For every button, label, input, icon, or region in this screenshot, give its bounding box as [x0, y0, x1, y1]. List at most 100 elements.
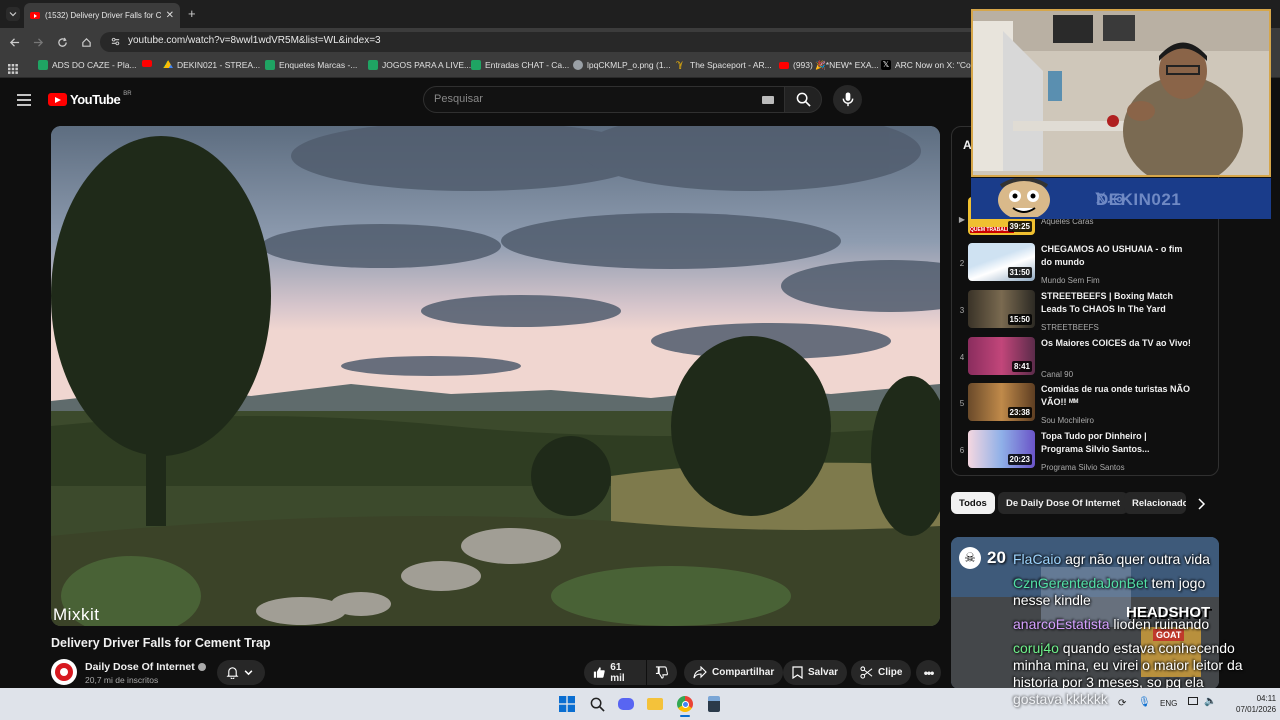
- discord-button[interactable]: [617, 695, 635, 713]
- bookmark-item[interactable]: ℽ The Spaceport - AR...: [676, 60, 772, 71]
- video-frame-image: [51, 126, 940, 626]
- playlist-item[interactable]: 5 23:38 Comidas de rua onde turistas NÃO…: [952, 383, 1218, 427]
- close-tab-icon[interactable]: ✕: [166, 10, 174, 21]
- channel-avatar[interactable]: [51, 659, 77, 685]
- notification-bell-button[interactable]: [217, 660, 265, 685]
- tab-list-button[interactable]: [6, 7, 20, 21]
- playlist-thumbnail: 20:23: [968, 430, 1035, 468]
- bookmark-label: lpqCKMLP_o.png (1...: [587, 60, 671, 70]
- chip-all[interactable]: Todos: [951, 492, 995, 514]
- menu-button[interactable]: [17, 93, 31, 111]
- chat-text: minha mina, eu virei o maior leitor da: [1013, 657, 1243, 673]
- bookmark-item[interactable]: lpqCKMLP_o.png (1...: [573, 60, 671, 70]
- video-player[interactable]: [51, 126, 940, 626]
- bookmark-label: The Spaceport - AR...: [690, 60, 772, 70]
- playlist-item[interactable]: 3 15:50 STREETBEEFS | Boxing Match Leads…: [952, 290, 1218, 334]
- new-tab-button[interactable]: +: [188, 6, 196, 21]
- globe-icon: [573, 60, 583, 70]
- file-explorer-button[interactable]: [646, 695, 664, 713]
- video-duration: 31:50: [1007, 267, 1032, 278]
- save-button[interactable]: Salvar: [783, 660, 848, 685]
- verified-icon: [197, 663, 206, 672]
- clip-button[interactable]: Clipe: [851, 660, 912, 685]
- back-button[interactable]: [6, 34, 22, 50]
- volume-icon[interactable]: 🔈: [1204, 696, 1216, 707]
- chrome-button[interactable]: [676, 695, 694, 713]
- playlist-item-index: 3: [959, 306, 965, 315]
- scissors-icon: [860, 666, 873, 679]
- bookmark-item[interactable]: JOGOS PARA A LIVE...: [368, 60, 471, 70]
- windows-icon: [559, 696, 575, 712]
- like-count: 61 mil: [610, 661, 625, 684]
- chat-text: agr não quer outra vida: [1061, 551, 1210, 567]
- search-input[interactable]: Pesquisar: [423, 86, 785, 113]
- youtube-logo-icon: [48, 93, 67, 106]
- start-button[interactable]: [558, 695, 576, 713]
- bookmark-item[interactable]: Enquetes Marcas -...: [265, 60, 357, 70]
- keyboard-icon[interactable]: [762, 96, 774, 104]
- video-title: Delivery Driver Falls for Cement Trap: [51, 636, 271, 650]
- chat-username: coruj4o: [1013, 640, 1059, 656]
- discord-icon: [618, 698, 634, 710]
- drive-icon: [163, 60, 173, 68]
- bookmark-item[interactable]: 𝕏 ARC Now on X: "Co...: [881, 60, 978, 70]
- bookmark-label: (993) 🎉*NEW* EXA...: [793, 60, 879, 70]
- playlist-thumbnail: 15:50: [968, 290, 1035, 328]
- like-button[interactable]: 61 mil: [584, 660, 646, 685]
- input-language[interactable]: ENG: [1160, 699, 1177, 708]
- chat-message: anarcoEstatista lioden ruinando: [1013, 616, 1209, 632]
- chip-related[interactable]: Relacionado: [1124, 492, 1186, 514]
- calculator-icon: [708, 696, 720, 712]
- chat-message: minha mina, eu virei o maior leitor da: [1013, 657, 1243, 673]
- chat-message: FlaCaio agr não quer outra vida: [1013, 551, 1210, 567]
- microphone-tray-icon[interactable]: 🎙: [1138, 697, 1151, 708]
- system-clock[interactable]: 04:11 07/01/2026: [1236, 693, 1276, 715]
- chat-text: quando estava conhecendo: [1058, 640, 1235, 656]
- more-icon: •••: [923, 665, 935, 680]
- display-icon[interactable]: [1188, 697, 1198, 705]
- bookmark-label: ARC Now on X: "Co...: [895, 60, 978, 70]
- playlist-item-title: CHEGAMOS AO USHUAIA - o fim do mundo: [1041, 244, 1183, 267]
- playlist-item-channel: Canal 90: [1041, 370, 1074, 379]
- site-info-icon[interactable]: [110, 36, 121, 50]
- voice-search-button[interactable]: [833, 85, 862, 114]
- save-label: Salvar: [808, 667, 839, 678]
- hamburger-icon: [17, 94, 31, 106]
- bookmark-item[interactable]: Entradas CHAT - Ca...: [471, 60, 569, 70]
- forward-button[interactable]: [30, 34, 46, 50]
- playlist-item-title: Os Maiores COICES da TV ao Vivo!: [1041, 338, 1191, 348]
- channel-name[interactable]: Daily Dose Of Internet: [85, 661, 206, 673]
- bookmark-item[interactable]: ADS DO CAZE - Pla...: [38, 60, 137, 70]
- browser-tab-active[interactable]: (1532) Delivery Driver Falls for C ✕: [24, 3, 180, 28]
- search-button[interactable]: [784, 86, 822, 113]
- chip-from-channel[interactable]: De Daily Dose Of Internet: [998, 492, 1129, 514]
- taskbar-search-button[interactable]: [588, 695, 606, 713]
- share-button[interactable]: Compartilhar: [684, 660, 784, 685]
- apps-icon[interactable]: [8, 61, 18, 79]
- url-field[interactable]: youtube.com/watch?v=8wwl1wdVR5M&list=WL&…: [100, 32, 980, 52]
- calculator-button[interactable]: [705, 695, 723, 713]
- youtube-logo-text: YouTube: [70, 92, 121, 107]
- youtube-logo[interactable]: YouTube BR: [48, 91, 132, 107]
- webcam-overlay: [971, 9, 1271, 177]
- reload-button[interactable]: [54, 34, 70, 50]
- home-button[interactable]: [78, 34, 94, 50]
- playlist-item[interactable]: 4 8:41 Os Maiores COICES da TV ao Vivo! …: [952, 337, 1218, 381]
- bookmark-item[interactable]: DEKIN021 - STREA...: [163, 60, 260, 70]
- playlist-item-title: Topa Tudo por Dinheiro | Programa Silvio…: [1041, 431, 1150, 454]
- more-actions-button[interactable]: •••: [916, 660, 941, 685]
- webcam-feed-image: [973, 11, 1269, 175]
- network-icon[interactable]: ⟳: [1118, 698, 1126, 709]
- bookmark-label: Entradas CHAT - Ca...: [485, 60, 570, 70]
- home-icon: [81, 37, 91, 47]
- chips-next-button[interactable]: [1196, 497, 1206, 515]
- video-duration: 15:50: [1007, 314, 1032, 325]
- x-icon: 𝕏: [881, 60, 891, 70]
- bookmark-item[interactable]: (993) 🎉*NEW* EXA...: [779, 60, 879, 71]
- video-watermark: Mixkit: [53, 605, 100, 624]
- playlist-item[interactable]: 6 20:23 Topa Tudo por Dinheiro | Program…: [952, 430, 1218, 474]
- playlist-thumbnail: 31:50: [968, 243, 1035, 281]
- playlist-item[interactable]: 2 31:50 CHEGAMOS AO USHUAIA - o fim do m…: [952, 243, 1218, 287]
- bookmark-item[interactable]: [142, 60, 152, 67]
- dislike-button[interactable]: [647, 660, 677, 685]
